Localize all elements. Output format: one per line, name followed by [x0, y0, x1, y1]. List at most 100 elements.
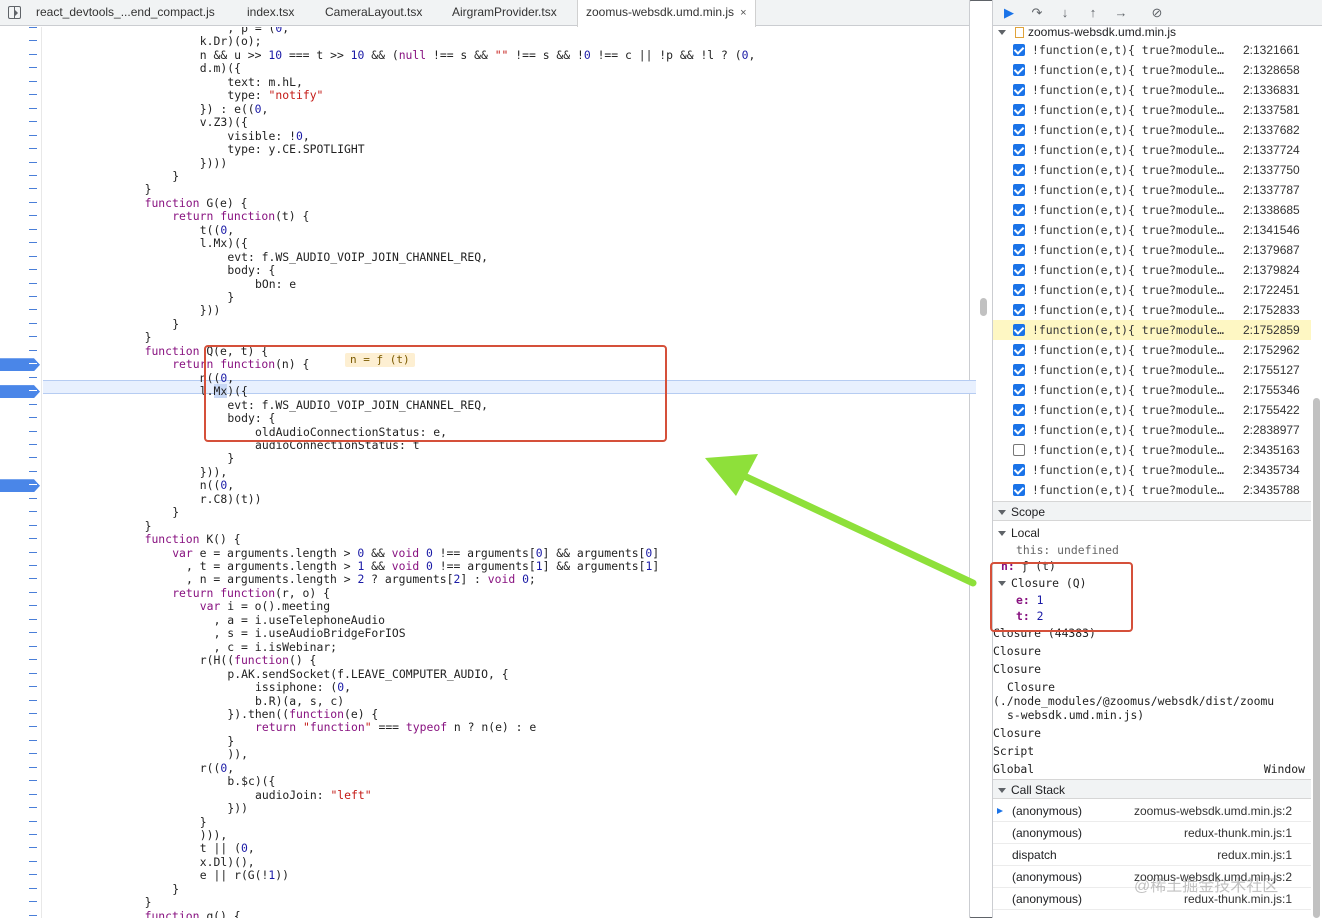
- gutter-line[interactable]: [0, 695, 42, 708]
- scope-closure[interactable]: Closure: [993, 660, 1311, 678]
- scope-closure[interactable]: Closure: [993, 724, 1311, 742]
- resume-icon[interactable]: ▶: [1001, 5, 1017, 21]
- breakpoint-item[interactable]: !function(e,t){ true?module.exports=t() 2…: [993, 380, 1311, 400]
- breakpoint-item[interactable]: !function(e,t){ true?module.exports=t() 2…: [993, 440, 1311, 460]
- gutter-line[interactable]: [0, 842, 42, 855]
- gutter-line[interactable]: [0, 789, 42, 802]
- breakpoint-checkbox[interactable]: [1013, 124, 1025, 136]
- gutter-line[interactable]: [0, 721, 42, 734]
- step-icon[interactable]: →: [1113, 5, 1129, 21]
- gutter-line[interactable]: [0, 345, 42, 358]
- gutter-line[interactable]: [0, 210, 42, 223]
- breakpoint-marker[interactable]: [0, 385, 42, 399]
- gutter-line[interactable]: [0, 412, 42, 425]
- breakpoint-item[interactable]: !function(e,t){ true?module.exports=t() 2…: [993, 160, 1311, 180]
- gutter-line[interactable]: [0, 318, 42, 331]
- gutter-line[interactable]: [0, 641, 42, 654]
- gutter-line[interactable]: [0, 237, 42, 250]
- gutter-line[interactable]: [0, 762, 42, 775]
- gutter-line[interactable]: [0, 224, 42, 237]
- editor-scrollbar[interactable]: [980, 298, 987, 316]
- scope-closure[interactable]: Closure: [993, 642, 1311, 660]
- scope-local[interactable]: Local: [993, 524, 1311, 542]
- gutter-line[interactable]: [0, 452, 42, 465]
- breakpoint-item[interactable]: !function(e,t){ true?module.exports=t() 2…: [993, 260, 1311, 280]
- gutter-line[interactable]: [0, 372, 42, 385]
- breakpoint-checkbox[interactable]: [1013, 84, 1025, 96]
- breakpoint-item[interactable]: !function(e,t){ true?module.exports=t() 2…: [993, 80, 1311, 100]
- gutter-line[interactable]: [0, 103, 42, 116]
- tab-camera-layout[interactable]: CameraLayout.tsx: [325, 0, 422, 26]
- breakpoint-item[interactable]: !function(e,t){ true?module.exports=t() 2…: [993, 360, 1311, 380]
- gutter-line[interactable]: [0, 49, 42, 62]
- call-stack-frame[interactable]: dispatch redux.min.js:1: [993, 844, 1311, 866]
- gutter-line[interactable]: [0, 506, 42, 519]
- gutter-line[interactable]: [0, 27, 42, 35]
- gutter-line[interactable]: [0, 251, 42, 264]
- breakpoint-item[interactable]: !function(e,t){ true?module.exports=t() 2…: [993, 120, 1311, 140]
- breakpoint-checkbox[interactable]: [1013, 344, 1025, 356]
- gutter-line[interactable]: [0, 735, 42, 748]
- gutter-line[interactable]: [0, 399, 42, 412]
- tab-airgram-provider[interactable]: AirgramProvider.tsx: [452, 0, 557, 26]
- gutter-line[interactable]: [0, 520, 42, 533]
- tab-react-devtools[interactable]: react_devtools_...end_compact.js: [36, 0, 215, 26]
- call-stack-frame[interactable]: (anonymous) zoomus-websdk.umd.min.js:2: [993, 800, 1311, 822]
- gutter-line[interactable]: [0, 802, 42, 815]
- breakpoint-item[interactable]: !function(e,t){ true?module.exports=t() 2…: [993, 40, 1311, 60]
- breakpoint-marker[interactable]: [0, 479, 42, 493]
- gutter-line[interactable]: [0, 35, 42, 48]
- gutter-line[interactable]: [0, 493, 42, 506]
- gutter-line[interactable]: [0, 896, 42, 909]
- breakpoint-checkbox[interactable]: [1013, 64, 1025, 76]
- gutter-line[interactable]: [0, 466, 42, 479]
- breakpoint-checkbox[interactable]: [1013, 164, 1025, 176]
- gutter-line[interactable]: [0, 856, 42, 869]
- breakpoint-item[interactable]: !function(e,t){ true?module.exports=t() 2…: [993, 320, 1311, 340]
- gutter-line[interactable]: [0, 560, 42, 573]
- gutter-line[interactable]: [0, 654, 42, 667]
- step-out-icon[interactable]: ↑: [1085, 5, 1101, 21]
- gutter-line[interactable]: [0, 547, 42, 560]
- gutter-line[interactable]: [0, 600, 42, 613]
- gutter-line[interactable]: [0, 76, 42, 89]
- breakpoint-marker[interactable]: [0, 358, 42, 372]
- breakpoint-checkbox[interactable]: [1013, 204, 1025, 216]
- line-gutter[interactable]: [0, 27, 42, 918]
- breakpoint-item[interactable]: !function(e,t){ true?module.exports=t() 2…: [993, 400, 1311, 420]
- breakpoint-item[interactable]: !function(e,t){ true?module.exports=t() 2…: [993, 460, 1311, 480]
- gutter-line[interactable]: [0, 533, 42, 546]
- breakpoint-checkbox[interactable]: [1013, 224, 1025, 236]
- gutter-line[interactable]: [0, 130, 42, 143]
- breakpoint-checkbox[interactable]: [1013, 404, 1025, 416]
- step-over-icon[interactable]: ↷: [1029, 5, 1045, 21]
- breakpoint-checkbox[interactable]: [1013, 364, 1025, 376]
- gutter-line[interactable]: [0, 89, 42, 102]
- breakpoint-item[interactable]: !function(e,t){ true?module.exports=t() 2…: [993, 60, 1311, 80]
- step-into-icon[interactable]: ↓: [1057, 5, 1073, 21]
- deactivate-breakpoints-icon[interactable]: ⊘: [1149, 5, 1165, 21]
- gutter-line[interactable]: [0, 816, 42, 829]
- gutter-line[interactable]: [0, 708, 42, 721]
- gutter-line[interactable]: [0, 264, 42, 277]
- breakpoint-checkbox[interactable]: [1013, 484, 1025, 496]
- gutter-line[interactable]: [0, 116, 42, 129]
- gutter-line[interactable]: [0, 331, 42, 344]
- gutter-line[interactable]: [0, 668, 42, 681]
- breakpoint-checkbox[interactable]: [1013, 284, 1025, 296]
- close-icon[interactable]: ×: [740, 7, 746, 19]
- breakpoint-checkbox[interactable]: [1013, 324, 1025, 336]
- gutter-line[interactable]: [0, 883, 42, 896]
- gutter-line[interactable]: [0, 304, 42, 317]
- gutter-line[interactable]: [0, 170, 42, 183]
- gutter-line[interactable]: [0, 775, 42, 788]
- gutter-line[interactable]: [0, 587, 42, 600]
- gutter-line[interactable]: [0, 829, 42, 842]
- debugger-scrollbar[interactable]: [1313, 398, 1320, 918]
- breakpoint-checkbox[interactable]: [1013, 264, 1025, 276]
- gutter-line[interactable]: [0, 278, 42, 291]
- breakpoint-item[interactable]: !function(e,t){ true?module.exports=t() 2…: [993, 300, 1311, 320]
- gutter-line[interactable]: [0, 157, 42, 170]
- breakpoint-checkbox[interactable]: [1013, 184, 1025, 196]
- tab-index[interactable]: index.tsx: [247, 0, 294, 26]
